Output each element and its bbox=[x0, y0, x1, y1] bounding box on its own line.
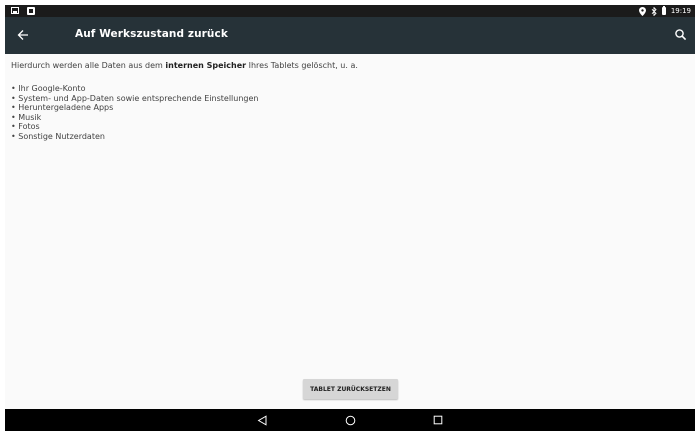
intro-text-start: Hierdurch werden alle Daten aus dem bbox=[11, 61, 166, 70]
nav-home-button[interactable] bbox=[342, 412, 358, 428]
main-content: Hierdurch werden alle Daten aus dem inte… bbox=[5, 54, 695, 409]
system-icons: 19:19 bbox=[638, 5, 691, 17]
clock-time: 19:19 bbox=[670, 7, 691, 15]
list-item: • Sonstige Nutzerdaten bbox=[11, 131, 105, 141]
location-icon bbox=[638, 6, 646, 16]
arrow-back-icon bbox=[17, 30, 28, 40]
page-title: Auf Werkszustand zurück bbox=[75, 28, 228, 40]
back-triangle-icon bbox=[257, 414, 266, 426]
reset-tablet-button[interactable]: TABLET ZURÜCKSETZEN bbox=[303, 379, 398, 399]
app-bar: Auf Werkszustand zurück bbox=[5, 17, 695, 54]
intro-text-bold: internen Speicher bbox=[165, 61, 247, 70]
list-item: • System- und App-Daten sowie entspreche… bbox=[11, 93, 259, 103]
tablet-screen: 19:19 Auf Werkszustand zurück Hierdurch … bbox=[5, 5, 695, 431]
list-item: • Fotos bbox=[11, 122, 40, 132]
recents-square-icon bbox=[433, 415, 443, 425]
intro-text: Hierdurch werden alle Daten aus dem inte… bbox=[11, 61, 358, 70]
data-list: • Ihr Google-Konto • System- und App-Dat… bbox=[11, 84, 258, 142]
notification-icons bbox=[11, 7, 35, 15]
nav-recents-button[interactable] bbox=[430, 412, 446, 428]
home-circle-icon bbox=[345, 415, 355, 425]
android-notification-icon bbox=[27, 7, 35, 15]
navigation-bar bbox=[5, 409, 695, 431]
list-item: • Musik bbox=[11, 112, 42, 122]
photo-notification-icon bbox=[11, 7, 19, 14]
intro-text-end: Ihres Tablets gelöscht, u. a. bbox=[246, 61, 358, 70]
battery-icon bbox=[661, 6, 666, 15]
list-item: • Heruntergeladene Apps bbox=[11, 103, 114, 113]
status-bar: 19:19 bbox=[5, 5, 695, 17]
bluetooth-icon bbox=[651, 6, 657, 16]
back-button[interactable] bbox=[13, 25, 33, 45]
nav-back-button[interactable] bbox=[254, 412, 270, 428]
search-icon bbox=[675, 29, 687, 41]
search-button[interactable] bbox=[673, 27, 689, 43]
list-item: • Ihr Google-Konto bbox=[11, 84, 86, 93]
